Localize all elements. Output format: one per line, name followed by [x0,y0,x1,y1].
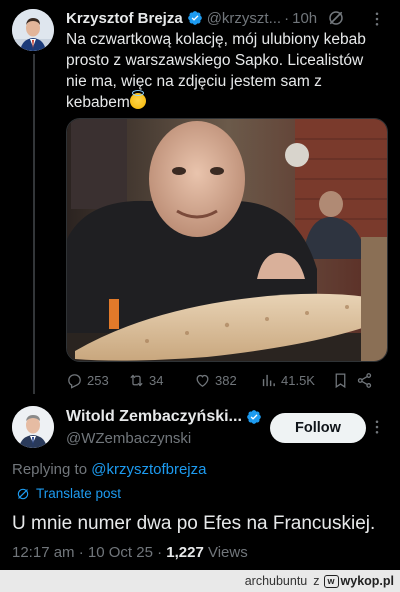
uploader-separator: z [313,574,320,588]
analytics-icon [262,374,275,386]
reply-icon [68,373,81,389]
share-button[interactable] [356,372,376,389]
repost-count: 34 [149,372,164,388]
verified-badge-icon [187,11,202,25]
tweet-text: Na czwartkową kolację, mój ulubiony keba… [66,29,386,113]
tweet-text-line: nie ma, więc na zdjęciu jestem sam z [66,73,322,90]
reply-author-handle[interactable]: @WZembaczynski [66,430,191,447]
tweet-action-bar: 253 34 382 41.5K [66,370,388,390]
tweet-text-line: Na czwartkową kolację, mój ulubiony keba… [66,31,366,48]
author-avatar[interactable] [12,9,54,51]
uploader-name: archubuntu [244,574,308,588]
tweet-header: Krzysztof Brejza @krzyszt... · 10h [66,8,386,28]
grok-icon[interactable] [327,9,345,27]
site-name: wykop.pl [340,574,394,588]
wykop-logo-icon: w [323,574,339,588]
reply-text: U mnie numer dwa po Efes na Francuskiej. [12,513,376,534]
halo-smile-emoji-icon [129,90,146,109]
author-name[interactable]: Krzysztof Brejza [66,10,183,27]
bookmark-icon [335,372,346,388]
site-logo: w wykop.pl [323,574,394,588]
bookmark-button[interactable] [332,372,356,389]
views-button[interactable]: 41.5K [260,372,332,389]
reply-author-name[interactable]: Witold Zembaczyński... [66,408,242,426]
replying-to-line: Replying to @krzysztofbrejza [12,461,206,478]
separator-dot: · [284,9,290,27]
replying-to-prefix: Replying to [12,461,88,478]
tweet-text-line: kebabem [66,94,130,111]
repost-button[interactable]: 34 [128,372,194,389]
views-count: 41.5K [281,372,315,388]
translate-post-button[interactable]: Translate post [16,486,121,501]
post-meta: 12:17 am · 10 Oct 25 · 1,227 Views [12,544,248,561]
post-views-label: Views [203,544,248,561]
share-icon [357,372,372,388]
reply-author-name-row: Witold Zembaczyński... [66,408,266,426]
replying-to-link[interactable]: @krzysztofbrejza [91,461,206,478]
post-timestamp[interactable]: 12:17 am · 10 Oct 25 · [12,544,166,561]
reply-author-avatar[interactable] [12,406,54,448]
post-time[interactable]: 10h [292,10,317,27]
thread-connector-line [33,54,35,394]
repost-icon [130,374,143,386]
verified-badge-icon [247,410,261,424]
watermark-footer: archubuntu z w wykop.pl [0,570,400,592]
like-count: 382 [215,372,237,388]
reply-count: 253 [87,372,109,388]
author-handle[interactable]: @krzyszt... [207,10,281,27]
tweet-text-line: prosto z warszawskiego Sapko. Licealistó… [66,52,364,69]
reply-button[interactable]: 253 [66,372,128,389]
tweet-photo[interactable] [66,118,388,362]
more-options-icon[interactable] [368,10,386,28]
translate-label: Translate post [36,486,122,501]
like-button[interactable]: 382 [194,372,260,389]
follow-button[interactable]: Follow [270,413,366,443]
translate-icon [17,488,29,499]
heart-icon [196,374,209,387]
post-views-count: 1,227 [166,544,204,561]
more-options-icon[interactable] [368,418,386,436]
